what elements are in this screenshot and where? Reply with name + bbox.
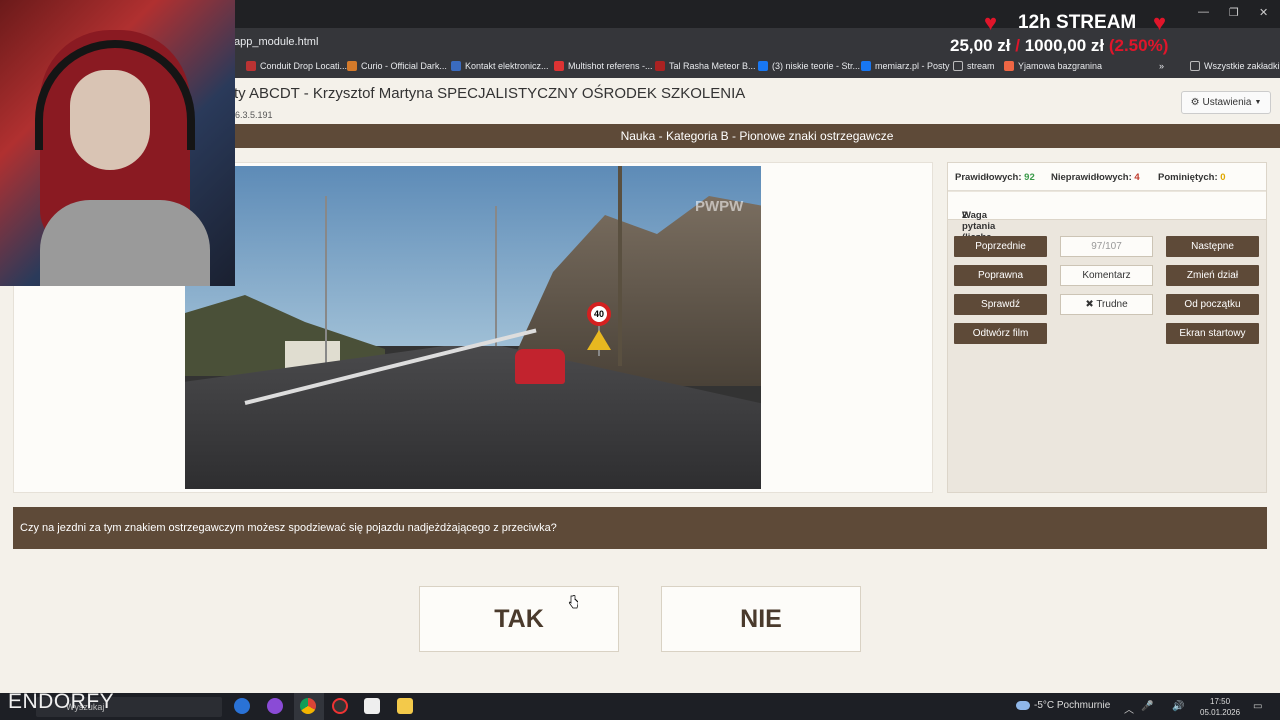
taskbar-clock[interactable]: 17:50 05.01.2026	[1200, 696, 1240, 718]
check-button[interactable]: Sprawdź	[954, 294, 1047, 315]
close-window-button[interactable]: ✕	[1259, 6, 1268, 19]
skipped-stat: Pominiętych: 0	[1158, 172, 1226, 183]
show-correct-button[interactable]: Poprawna	[954, 265, 1047, 286]
stream-title: 12h STREAM	[1018, 12, 1137, 33]
previous-button[interactable]: Poprzednie	[954, 236, 1047, 257]
microphone-icon[interactable]: 🎤	[1141, 701, 1153, 712]
speed-limit-sign-icon: 40	[587, 302, 611, 326]
chevron-right-icon[interactable]: »	[1159, 61, 1164, 71]
bookmark-item[interactable]: Multishot referens -...	[554, 61, 653, 71]
all-bookmarks[interactable]: Wszystkie zakładki	[1190, 61, 1280, 71]
play-film-button[interactable]: Odtwórz film	[954, 323, 1047, 344]
video-lamp-pole	[495, 206, 497, 356]
bookmark-item[interactable]: Kontakt elektronicz...	[451, 61, 549, 71]
incorrect-count: 4	[1134, 172, 1140, 183]
webcam-shirt	[40, 200, 210, 286]
difficult-button[interactable]: ✖ Trudne	[1060, 294, 1153, 315]
url-text[interactable]: app_module.html	[234, 36, 318, 48]
skipped-count: 0	[1220, 172, 1226, 183]
stats-row: Prawidłowych: 92 Nieprawidłowych: 4 Pomi…	[948, 163, 1266, 191]
answer-yes-button[interactable]: TAK	[419, 586, 619, 652]
comment-button[interactable]: Komentarz	[1060, 265, 1153, 286]
bookmark-item[interactable]: Yjamowa bazgranina	[1004, 61, 1102, 71]
question-counter: 97/107	[1060, 236, 1153, 257]
change-section-button[interactable]: Zmień dział	[1166, 265, 1259, 286]
question-text: Czy na jezdni za tym znakiem ostrzegawcz…	[13, 507, 1267, 549]
incorrect-stat: Nieprawidłowych: 4	[1051, 172, 1140, 183]
bookmark-item[interactable]: Curio - Official Dark...	[347, 61, 447, 71]
notifications-icon[interactable]: ▭	[1253, 701, 1262, 712]
restart-button[interactable]: Od początku	[1166, 294, 1259, 315]
bookmark-item[interactable]: Conduit Drop Locati...	[246, 61, 347, 71]
bookmark-item[interactable]: (3) niskie teorie - Str...	[758, 61, 860, 71]
restore-button[interactable]: ❐	[1229, 6, 1239, 19]
category-bar: Nauka - Kategoria B - Pionowe znaki ostr…	[234, 124, 1280, 148]
weather-widget[interactable]: -5°C Pochmurnie	[1016, 700, 1110, 711]
correct-stat: Prawidłowych: 92	[955, 172, 1035, 183]
app-icon[interactable]	[267, 698, 283, 714]
facebook-icon	[758, 61, 768, 71]
bookmark-favicon-icon	[246, 61, 256, 71]
bookmark-item[interactable]: Tal Rasha Meteor B...	[655, 61, 756, 71]
screen: — ❐ ✕ app_module.html Conduit Drop Locat…	[0, 0, 1280, 720]
settings-dropdown[interactable]: ⚙ Ustawienia ▼	[1181, 91, 1271, 114]
bookmark-folder[interactable]: stream	[953, 61, 995, 71]
stream-overlay: ♥ 12h STREAM ♥ 25,00 zł / 1000,00 zł (2.…	[900, 6, 1220, 58]
bookmark-favicon-icon	[655, 61, 665, 71]
app-title: ty ABCDT - Krzysztof Martyna SPECJALISTY…	[234, 85, 746, 102]
video-lamp-pole	[325, 196, 327, 366]
weight-value: 2	[962, 210, 968, 221]
heart-icon: ♥	[1153, 10, 1167, 35]
next-button[interactable]: Następne	[1166, 236, 1259, 257]
warning-sign-icon	[587, 330, 611, 350]
app-version: 6.3.5.191	[235, 110, 273, 120]
brand-overlay: ENDORFY	[8, 690, 115, 713]
blogger-icon	[1004, 61, 1014, 71]
question-weight: Waga pytania (liczba punktów): 2	[948, 192, 1266, 254]
webcam-overlay	[0, 0, 235, 286]
video-red-car	[515, 349, 565, 384]
correct-count: 92	[1024, 172, 1035, 183]
question-video[interactable]: 40 PWPW	[185, 166, 761, 489]
donation-progress: 25,00 zł / 1000,00 zł (2.50%)	[950, 36, 1169, 55]
bookmark-item[interactable]: memiarz.pl - Posty	[861, 61, 950, 71]
folder-icon	[953, 61, 963, 71]
chrome-icon[interactable]	[300, 698, 316, 714]
answer-no-button[interactable]: NIE	[661, 586, 861, 652]
chevron-up-icon[interactable]: ︿	[1124, 701, 1134, 716]
bookmark-favicon-icon	[347, 61, 357, 71]
facebook-icon	[861, 61, 871, 71]
folder-icon[interactable]	[397, 698, 413, 714]
cloud-icon	[1016, 701, 1030, 710]
app-icon[interactable]	[364, 698, 380, 714]
bookmark-favicon-icon	[451, 61, 461, 71]
gears-icon: ⚙	[1190, 97, 1200, 108]
start-screen-button[interactable]: Ekran startowy	[1166, 323, 1259, 344]
app-icon[interactable]	[234, 698, 250, 714]
hand-cursor-icon	[568, 595, 578, 609]
bookmark-favicon-icon	[554, 61, 564, 71]
volume-icon[interactable]: 🔊	[1172, 701, 1184, 712]
obs-icon[interactable]	[332, 698, 348, 714]
video-pole	[618, 166, 622, 366]
caret-down-icon: ▼	[1254, 99, 1262, 106]
heart-icon: ♥	[984, 10, 998, 35]
settings-label: Ustawienia	[1202, 97, 1252, 108]
video-watermark: PWPW	[695, 198, 744, 215]
folder-icon	[1190, 61, 1200, 71]
